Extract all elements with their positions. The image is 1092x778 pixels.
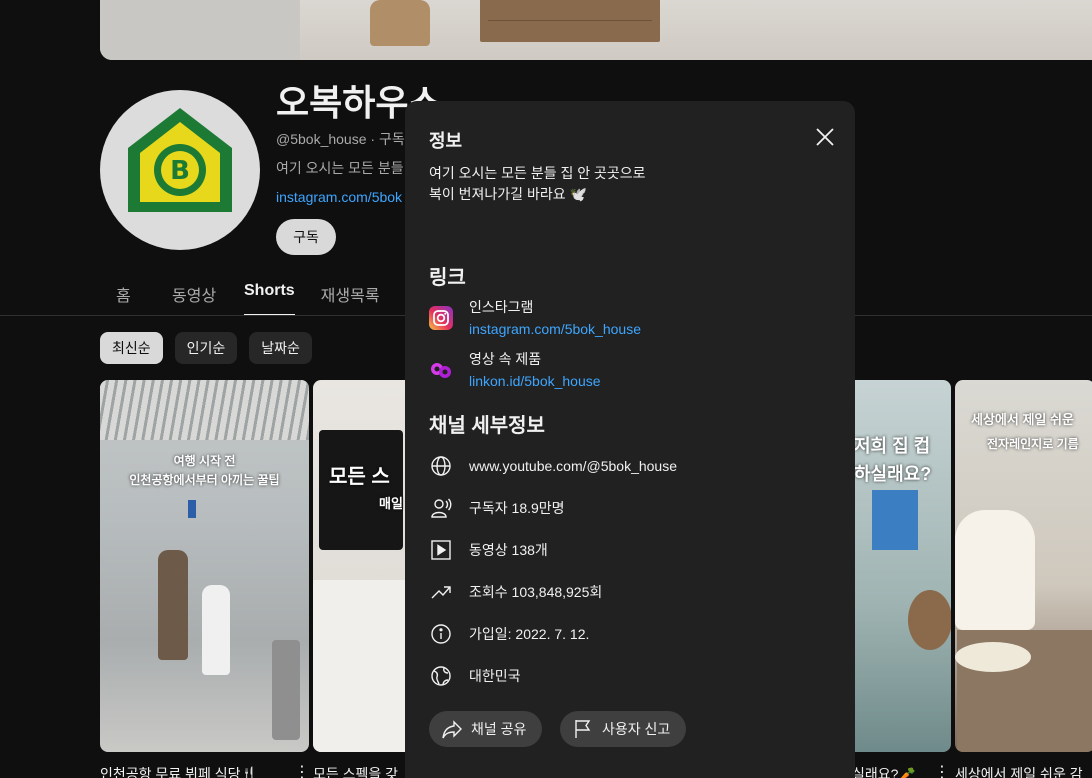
- short-overlay: 세상에서 제일 쉬운 전자레인지로 기름: [971, 408, 1079, 456]
- person-figure: [158, 550, 188, 660]
- person-icon: [429, 496, 453, 520]
- description-line: 여기 오시는 모든 분들 집 안 곳곳으로: [429, 165, 646, 181]
- subscriber-count: 구독자 18.9만명: [469, 500, 565, 516]
- dialog-title: 정보: [429, 131, 463, 151]
- short-thumbnail[interactable]: 세상에서 제일 쉬운 전자레인지로 기름: [955, 380, 1092, 752]
- details-heading: 채널 세부정보: [429, 415, 545, 437]
- poster: [872, 490, 918, 550]
- detail-views: 조회수 103,848,925회: [429, 580, 829, 604]
- channel-logo: B: [128, 108, 232, 212]
- child-figure: [202, 585, 230, 675]
- short-title[interactable]: 실래요?🥕: [852, 764, 924, 778]
- banner-wall: [100, 0, 300, 60]
- channel-tabs: 홈 동영상 Shorts 재생목록: [100, 270, 380, 316]
- short-overlay: 저희 집 컵 하실래요?: [854, 432, 931, 488]
- instagram-icon: [429, 306, 453, 330]
- more-icon[interactable]: ⋮: [934, 762, 950, 778]
- short-title[interactable]: 모든 스펙을 갖: [313, 764, 403, 778]
- youtube-channel-page: B 오복하우스 @5bok_house · 구독자 여기 오시는 모든 분들 i…: [0, 0, 1092, 778]
- video-icon: [429, 538, 453, 562]
- chip-latest[interactable]: 최신순: [100, 332, 163, 364]
- view-count: 조회수 103,848,925회: [469, 584, 603, 600]
- country: 대한민국: [469, 668, 521, 684]
- ceiling-pattern: [100, 380, 309, 440]
- overlay-line: 세상에서 제일 쉬운: [971, 412, 1074, 427]
- channel-banner: [100, 0, 1092, 60]
- video-count: 동영상 138개: [469, 542, 548, 558]
- channel-full-description: 여기 오시는 모든 분들 집 안 곳곳으로 복이 번져나가길 바라요 🕊️: [429, 163, 646, 205]
- short-title[interactable]: 인천공항 무료 뷔페 식당🍴: [100, 764, 280, 778]
- channel-avatar[interactable]: B: [100, 90, 260, 250]
- channel-link[interactable]: instagram.com/5bok: [276, 189, 402, 205]
- globe-icon: [429, 454, 453, 478]
- close-icon: [816, 128, 834, 146]
- overlay-line: 저희 집 컵: [854, 436, 931, 456]
- subscribe-button[interactable]: 구독: [276, 219, 336, 255]
- share-icon: [442, 720, 462, 739]
- channel-description[interactable]: 여기 오시는 모든 분들: [276, 158, 404, 178]
- channel-url[interactable]: www.youtube.com/@5bok_house: [469, 458, 677, 474]
- trending-icon: [429, 580, 453, 604]
- close-button[interactable]: [809, 121, 841, 153]
- detail-videos: 동영상 138개: [429, 538, 829, 562]
- short-thumbnail[interactable]: 여행 시작 전 인천공항에서부터 아끼는 꿀팁: [100, 380, 309, 752]
- share-channel-button[interactable]: 채널 공유: [429, 711, 543, 747]
- more-icon[interactable]: ⋮: [294, 762, 310, 778]
- channel-meta: @5bok_house · 구독자: [276, 131, 418, 147]
- overlay-line: 여행 시작 전: [173, 454, 236, 468]
- description-line: 복이 번져나가길 바라요 🕊️: [429, 186, 587, 202]
- tab-shorts[interactable]: Shorts: [244, 270, 295, 316]
- overlay-line: 모든 스: [329, 466, 390, 488]
- about-dialog: 정보 여기 오시는 모든 분들 집 안 곳곳으로 복이 번져나가길 바라요 🕊️…: [405, 101, 855, 778]
- overlay-line: 매일: [379, 496, 403, 511]
- link-item-instagram: 인스타그램 instagram.com/5bok_house: [429, 297, 829, 345]
- links-heading: 링크: [429, 267, 466, 289]
- suitcase: [272, 640, 300, 740]
- link-item-linkon: 영상 속 제품 linkon.id/5bok_house: [429, 349, 829, 397]
- detail-url: www.youtube.com/@5bok_house: [429, 454, 829, 478]
- short-thumbnail[interactable]: 모든 스 매일: [313, 380, 413, 752]
- link-url[interactable]: linkon.id/5bok_house: [469, 373, 601, 389]
- link-name: 영상 속 제품: [469, 351, 542, 367]
- chip-popular[interactable]: 인기순: [174, 332, 238, 364]
- report-user-button[interactable]: 사용자 신고: [560, 711, 687, 747]
- report-label: 사용자 신고: [602, 721, 671, 737]
- short-overlay: 모든 스 매일: [329, 460, 403, 512]
- globe-location-icon: [429, 664, 453, 688]
- dog-figure: [908, 590, 951, 650]
- chip-oldest[interactable]: 날짜순: [249, 332, 312, 364]
- overlay-line: 인천공항에서부터 아끼는 꿀팁: [129, 473, 280, 487]
- short-title[interactable]: 세상에서 제일 쉬운 감: [955, 764, 1092, 778]
- overlay-line: 전자레인지로 기름: [987, 437, 1079, 451]
- tab-playlists[interactable]: 재생목록: [321, 270, 380, 316]
- floor: [313, 580, 413, 752]
- link-url[interactable]: instagram.com/5bok_house: [469, 321, 641, 337]
- linkon-icon: [429, 358, 453, 382]
- join-date: 가입일: 2022. 7. 12.: [469, 626, 590, 642]
- banner-cabinet: [480, 0, 660, 42]
- child-figure: [955, 510, 1035, 630]
- avatar-letter: B: [170, 156, 190, 186]
- info-icon: [429, 622, 453, 646]
- sign-a: [188, 500, 196, 518]
- banner-chair: [370, 0, 430, 46]
- sort-chips: 최신순 인기순 날짜순: [100, 332, 312, 364]
- detail-subscribers: 구독자 18.9만명: [429, 496, 829, 520]
- tab-home[interactable]: 홈: [100, 270, 172, 316]
- short-thumbnail[interactable]: 저희 집 컵 하실래요?: [852, 380, 951, 752]
- detail-joined: 가입일: 2022. 7. 12.: [429, 622, 829, 646]
- overlay-line: 하실래요?: [854, 464, 932, 484]
- short-overlay: 여행 시작 전 인천공항에서부터 아끼는 꿀팁: [100, 452, 309, 490]
- plate: [955, 642, 1031, 672]
- share-label: 채널 공유: [471, 721, 527, 737]
- link-name: 인스타그램: [469, 299, 534, 315]
- tab-videos[interactable]: 동영상: [172, 270, 244, 316]
- flag-icon: [575, 720, 591, 738]
- detail-country: 대한민국: [429, 664, 829, 688]
